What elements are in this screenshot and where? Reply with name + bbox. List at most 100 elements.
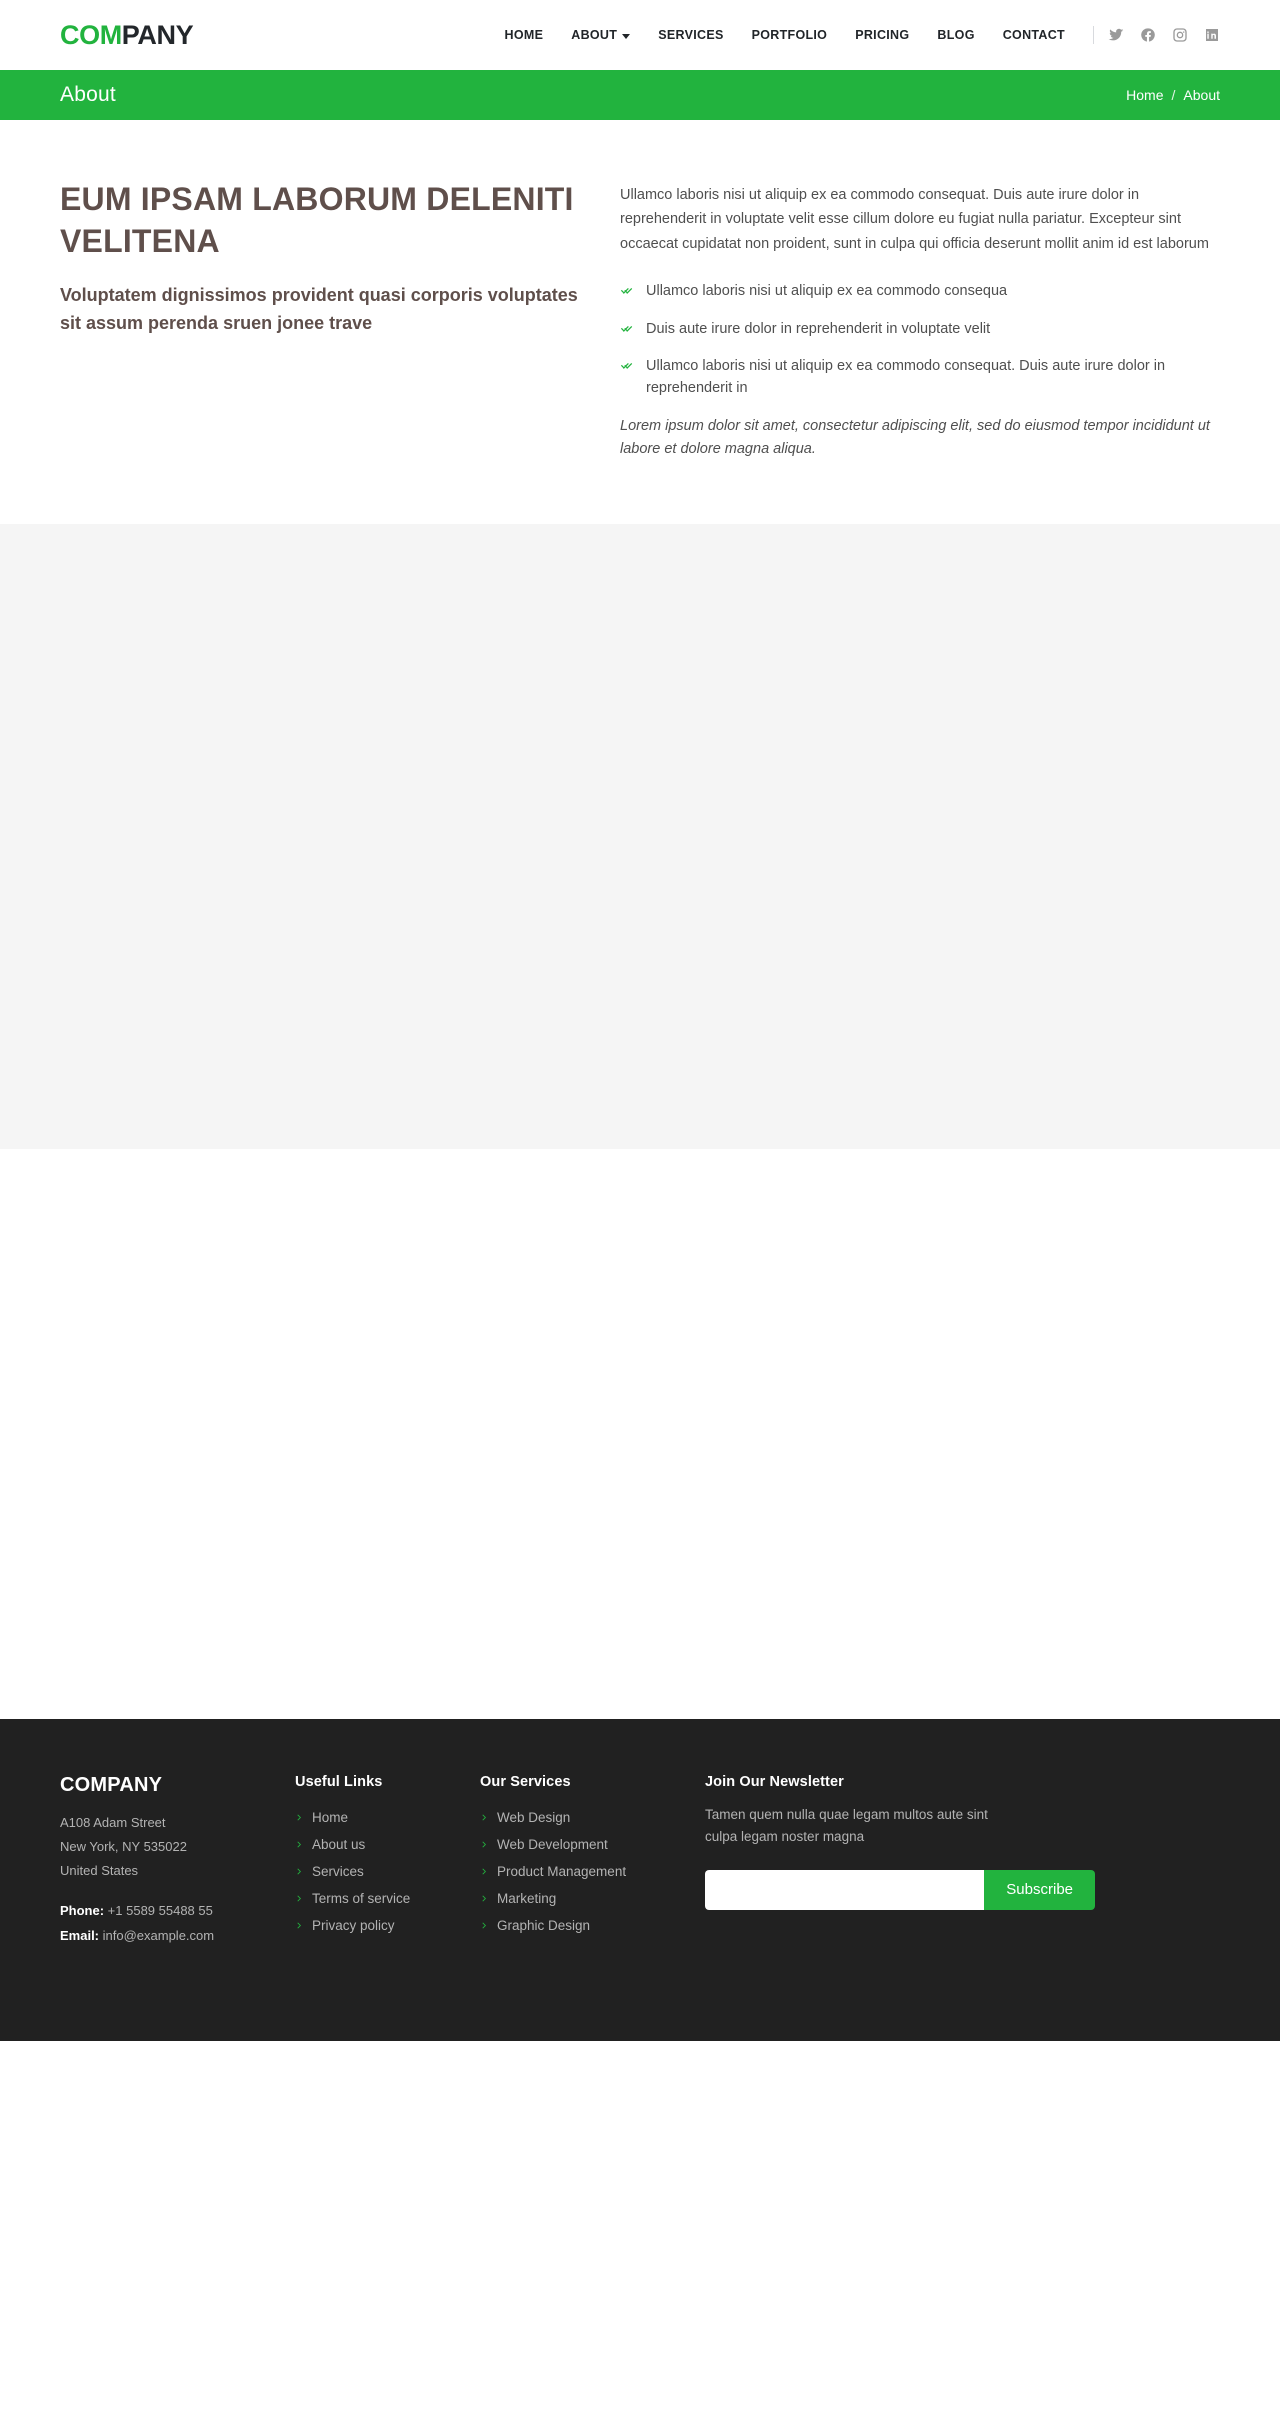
checklist-text: Duis aute irure dolor in reprehenderit i…: [646, 320, 991, 337]
breadcrumb-current: About: [1183, 87, 1220, 103]
nav-label: PRICING: [855, 28, 910, 42]
double-check-icon: [620, 288, 633, 294]
footer-link[interactable]: Graphic Design: [497, 1918, 590, 1933]
chevron-right-icon: [482, 1895, 486, 1902]
nav-item-contact[interactable]: CONTACT: [989, 28, 1079, 42]
footer-useful-links-title: Useful Links: [295, 1773, 383, 1790]
chevron-right-icon: [482, 1814, 486, 1821]
address-line-3: United States: [60, 1863, 139, 1879]
about-heading: Eum ipsam laborum deleniti velitena: [60, 181, 574, 260]
breadcrumb-link-home[interactable]: Home: [1126, 87, 1163, 103]
list-item[interactable]: Services: [295, 1858, 480, 1885]
nav-item-portfolio[interactable]: PORTFOLIO: [738, 28, 842, 42]
address-line-1: A108 Adam Street: [60, 1814, 166, 1830]
nav-label: BLOG: [937, 28, 975, 42]
chevron-down-icon: [622, 33, 631, 39]
list-item[interactable]: About us: [295, 1831, 480, 1858]
footer-our-services-title: Our Services: [480, 1773, 571, 1790]
subscribe-button[interactable]: Subscribe: [984, 1869, 1095, 1910]
footer-link[interactable]: Product Management: [497, 1864, 626, 1879]
site-logo[interactable]: COMPANY: [60, 21, 194, 49]
watermark-text: 访问血鸟社区bbs.xienlao.com免费下载更多内容: [8, 2387, 394, 2406]
nav-label: HOME: [504, 28, 544, 42]
list-item[interactable]: Marketing: [480, 1885, 705, 1912]
footer-link[interactable]: Home: [312, 1810, 348, 1825]
phone-label: Phone:: [60, 1903, 105, 1919]
newsletter-email-input[interactable]: [705, 1869, 985, 1910]
nav-label: PORTFOLIO: [751, 28, 828, 42]
chevron-right-icon: [297, 1922, 301, 1929]
white-content-block: [0, 1148, 1280, 1719]
email-label: Email:: [60, 1927, 100, 1943]
facebook-icon[interactable]: [1140, 27, 1156, 43]
nav-item-home[interactable]: HOME: [491, 28, 558, 42]
list-item[interactable]: Product Management: [480, 1858, 705, 1885]
list-item[interactable]: Graphic Design: [480, 1912, 705, 1939]
nav-label: CONTACT: [1002, 28, 1065, 42]
footer-useful-links-list: Home About us Services Terms of service: [295, 1804, 480, 1939]
footer-phone: Phone: +1 5589 55488 55: [60, 1899, 295, 1924]
about-italic-note: Lorem ipsum dolor sit amet, consectetur …: [620, 417, 1210, 458]
about-left-column: Eum ipsam laborum deleniti velitena Volu…: [60, 178, 580, 338]
double-check-icon: [620, 363, 633, 369]
nav-label: SERVICES: [658, 28, 724, 42]
chevron-right-icon: [297, 1868, 301, 1875]
footer-link[interactable]: About us: [312, 1837, 365, 1852]
nav-item-services[interactable]: SERVICES: [644, 28, 737, 42]
breadcrumb-separator: /: [1171, 87, 1176, 103]
list-item[interactable]: Privacy policy: [295, 1912, 480, 1939]
footer-address: A108 Adam Street New York, NY 535022 Uni…: [60, 1811, 295, 1883]
address-line-2: New York, NY 535022: [60, 1838, 187, 1854]
list-item[interactable]: Home: [295, 1804, 480, 1831]
list-item: Duis aute irure dolor in reprehenderit i…: [620, 318, 1220, 340]
footer-link[interactable]: Privacy policy: [312, 1918, 395, 1933]
instagram-icon[interactable]: [1172, 27, 1188, 43]
double-check-icon: [620, 325, 633, 332]
footer-link[interactable]: Web Design: [497, 1810, 570, 1825]
footer-newsletter-title: Join Our Newsletter: [705, 1773, 844, 1790]
checklist-text: Ullamco laboris nisi ut aliquip ex ea co…: [646, 283, 1008, 300]
main-navigation: HOME ABOUT SERVICES PORTFOLIO PRICING BL…: [491, 28, 1079, 42]
list-item[interactable]: Terms of service: [295, 1885, 480, 1912]
footer-newsletter-column: Join Our Newsletter Tamen quem nulla qua…: [705, 1774, 1220, 1949]
list-item: Ullamco laboris nisi ut aliquip ex ea co…: [620, 355, 1220, 400]
footer-link[interactable]: Terms of service: [312, 1891, 410, 1906]
nav-item-blog[interactable]: BLOG: [923, 28, 988, 42]
list-item: Ullamco laboris nisi ut aliquip ex ea co…: [620, 280, 1220, 302]
grey-content-block: [0, 523, 1280, 1149]
email-value: info@example.com: [99, 1927, 215, 1943]
breadcrumb-banner: About Home / About: [0, 70, 1280, 120]
checklist-text: Ullamco laboris nisi ut aliquip ex ea co…: [646, 358, 1166, 397]
footer-contact: Phone: +1 5589 55488 55 Email: info@exam…: [60, 1899, 295, 1948]
footer-our-services-list: Web Design Web Development Product Manag…: [480, 1804, 705, 1939]
nav-item-about[interactable]: ABOUT: [557, 28, 644, 42]
site-footer: COMPANY A108 Adam Street New York, NY 53…: [0, 1718, 1280, 2041]
footer-link[interactable]: Web Development: [497, 1837, 608, 1852]
chevron-right-icon: [482, 1841, 486, 1848]
about-paragraph: Ullamco laboris nisi ut aliquip ex ea co…: [620, 187, 1209, 252]
footer-company-column: COMPANY A108 Adam Street New York, NY 53…: [60, 1774, 295, 1949]
nav-label: ABOUT: [571, 28, 618, 42]
linkedin-icon[interactable]: [1204, 27, 1220, 43]
list-item[interactable]: Web Design: [480, 1804, 705, 1831]
about-checklist: Ullamco laboris nisi ut aliquip ex ea co…: [620, 280, 1220, 400]
twitter-icon[interactable]: [1108, 27, 1124, 43]
footer-newsletter-text: Tamen quem nulla quae legam multos aute …: [705, 1806, 988, 1844]
newsletter-form: Subscribe: [705, 1869, 1095, 1910]
breadcrumb: Home / About: [1126, 87, 1220, 103]
chevron-right-icon: [482, 1922, 486, 1929]
footer-email: Email: info@example.com: [60, 1924, 295, 1949]
about-section: Eum ipsam laborum deleniti velitena Volu…: [0, 120, 1280, 524]
about-subheading: Voluptatem dignissimos provident quasi c…: [60, 285, 578, 334]
page-title: About: [60, 83, 116, 106]
footer-logo: COMPANY: [60, 1773, 163, 1796]
footer-link[interactable]: Marketing: [497, 1891, 556, 1906]
chevron-right-icon: [482, 1868, 486, 1875]
about-right-column: Ullamco laboris nisi ut aliquip ex ea co…: [620, 178, 1220, 462]
site-header: COMPANY HOME ABOUT SERVICES PORTFOLIO PR: [0, 0, 1280, 70]
phone-value: +1 5589 55488 55: [104, 1903, 213, 1919]
nav-item-pricing[interactable]: PRICING: [841, 28, 923, 42]
chevron-right-icon: [297, 1895, 301, 1902]
footer-link[interactable]: Services: [312, 1864, 364, 1879]
list-item[interactable]: Web Development: [480, 1831, 705, 1858]
